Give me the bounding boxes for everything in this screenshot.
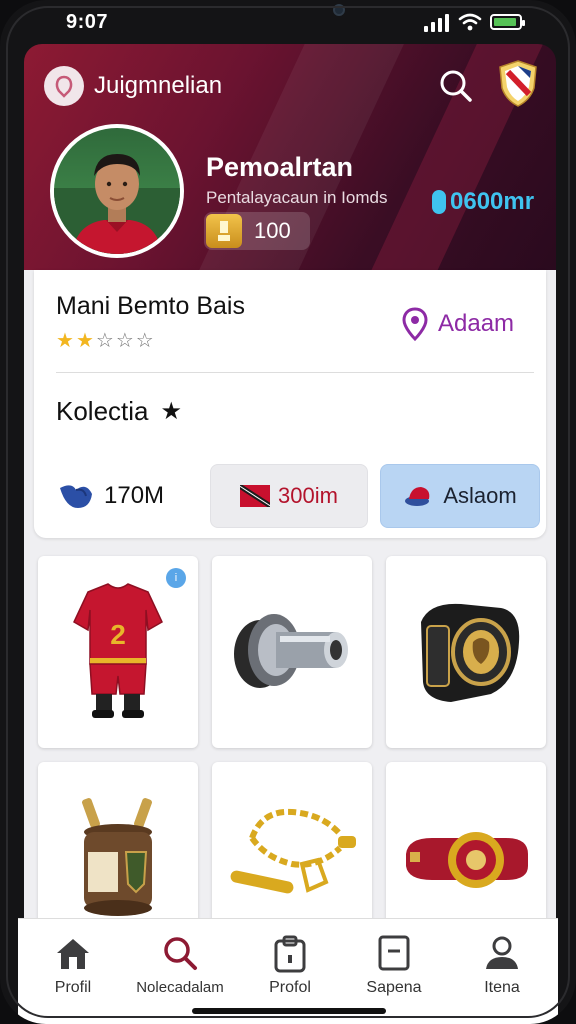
- nav-label: Sapena: [366, 979, 422, 996]
- nav-item-search[interactable]: Nolecadalam: [130, 933, 230, 996]
- document-icon: [378, 935, 410, 971]
- chain-icon: [230, 808, 356, 894]
- collection-item[interactable]: [386, 556, 546, 748]
- nav-item-document[interactable]: Sapena: [344, 933, 444, 997]
- phone-frame: 9:07 Juigmnelian Pemoalrtan Pentalayacau…: [0, 0, 576, 1024]
- player-subtitle: Pentalayacaun in Iomds: [206, 188, 388, 207]
- engine-part-icon: [234, 614, 348, 688]
- search-icon[interactable]: [436, 66, 476, 106]
- bracelet-icon: [421, 603, 520, 702]
- nav-label: Profol: [269, 979, 311, 996]
- wristband-icon: [406, 832, 528, 888]
- battery-icon: [490, 14, 525, 30]
- star-filled-icon: ★: [56, 330, 74, 352]
- star-filled-icon: ★: [75, 330, 94, 352]
- coins-balance[interactable]: 0600mr: [432, 188, 534, 216]
- divider: [56, 372, 534, 373]
- nav-item-user[interactable]: Itena: [452, 933, 552, 997]
- svg-text:2: 2: [110, 619, 126, 650]
- main-content: Mani Bemto Bais ★ ★ ☆ ☆ ☆ Adaam Kolectia…: [24, 270, 556, 954]
- level-badge: 100: [204, 212, 310, 250]
- jersey-icon: 2: [73, 583, 163, 718]
- club-crest-icon[interactable]: [496, 58, 540, 108]
- nav-label: Itena: [484, 979, 520, 996]
- club-name: Mani Bemto Bais: [56, 292, 245, 320]
- star-empty-icon: ☆: [115, 330, 134, 352]
- signal-icon: [424, 14, 452, 32]
- user-icon: [486, 936, 518, 969]
- profile-header: Juigmnelian Pemoalrtan Pentalayacaun in …: [24, 44, 556, 270]
- location-label: Adaam: [438, 310, 515, 337]
- location-link[interactable]: Adaam: [400, 306, 514, 342]
- player-name: Pemoalrtan: [206, 152, 354, 182]
- value-button-label: 300im: [278, 483, 338, 508]
- front-camera: [333, 4, 345, 16]
- value-button[interactable]: 300im: [210, 464, 368, 528]
- nav-item-profile[interactable]: Profil: [23, 933, 123, 997]
- app-name: Juigmnelian: [94, 72, 223, 99]
- urn-icon: [82, 798, 152, 916]
- collection-heading: Kolectia ★: [56, 396, 182, 427]
- club-info-card: Mani Bemto Bais ★ ★ ☆ ☆ ☆ Adaam Kolectia…: [34, 270, 546, 538]
- wifi-icon: [458, 13, 482, 31]
- action-button[interactable]: Aslaom: [380, 464, 540, 528]
- rating-stars: ★ ★ ☆ ☆ ☆: [56, 328, 154, 353]
- star-empty-icon: ☆: [95, 330, 114, 352]
- star-icon: ★: [160, 398, 183, 425]
- flag-icon: [240, 485, 271, 507]
- coins-value: 0600mr: [450, 188, 535, 215]
- collection-item[interactable]: i 2: [38, 556, 198, 748]
- home-icon: [57, 939, 89, 969]
- app-logo-icon[interactable]: [44, 66, 84, 106]
- collection-title: Kolectia: [56, 396, 149, 426]
- action-button-label: Aslaom: [443, 483, 517, 508]
- search-icon: [164, 937, 197, 970]
- status-time: 9:07: [66, 11, 109, 33]
- status-bar: 9:07: [0, 0, 576, 44]
- star-empty-icon: ☆: [135, 330, 154, 352]
- cap-icon: [405, 487, 430, 506]
- bird-icon: [60, 485, 92, 508]
- nav-label: Nolecadalam: [136, 979, 224, 996]
- bag-icon: [274, 935, 306, 973]
- nav-item-bag[interactable]: Profol: [240, 933, 340, 997]
- coin-icon: [432, 190, 446, 214]
- followers-stat: 170M: [56, 478, 164, 514]
- player-avatar[interactable]: [50, 124, 184, 258]
- nav-label: Profil: [54, 979, 92, 996]
- location-pin-icon: [402, 307, 428, 342]
- trophy-icon: [206, 214, 242, 248]
- level-value: 100: [254, 218, 291, 243]
- home-indicator[interactable]: [192, 1008, 386, 1014]
- collection-item[interactable]: [212, 556, 372, 748]
- badge-icon: i: [166, 568, 186, 588]
- stat-value: 170M: [104, 482, 165, 509]
